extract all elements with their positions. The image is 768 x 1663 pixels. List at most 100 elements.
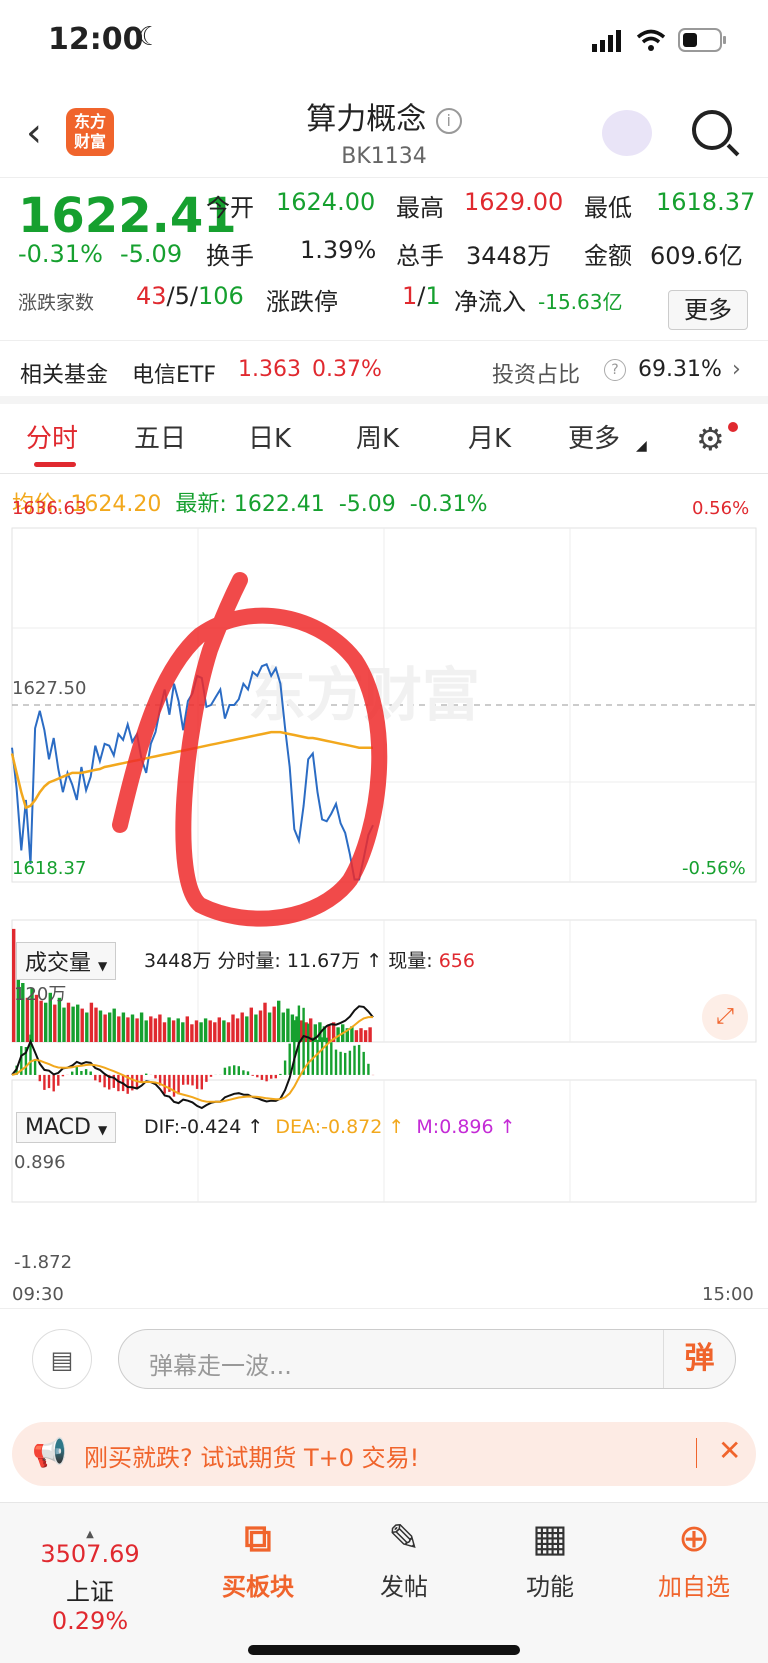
volume-bar [199, 1022, 203, 1042]
tab-underline [34, 462, 76, 467]
macd-bar [94, 1074, 97, 1081]
limit-label: 涨跌停 [266, 288, 338, 316]
macd-bar [191, 1074, 194, 1086]
volume-bar [135, 1018, 139, 1042]
macd-selector[interactable]: MACD ▼ [16, 1112, 117, 1143]
open-label: 今开 [206, 194, 254, 222]
danmu-bar: ▤ 弹幕走一波... 弹 [0, 1308, 768, 1408]
expand-icon[interactable]: ⤢ [702, 994, 748, 1040]
nav-add-watchlist[interactable]: ⊕ 加自选 [634, 1513, 754, 1602]
fund-name[interactable]: 电信ETF [132, 357, 216, 389]
danmu-send-button[interactable]: 弹 [663, 1330, 735, 1388]
close-icon[interactable]: ✕ [718, 1434, 741, 1467]
more-button[interactable]: 更多 [668, 290, 748, 330]
title-text: 算力概念 [306, 102, 427, 137]
promo-banner[interactable]: 📢 刚买就跌? 试试期货 T+0 交易! ✕ [12, 1422, 756, 1486]
intraday-chart[interactable]: 东方财富 [0, 520, 768, 1310]
volume-bar [240, 1012, 244, 1042]
tab-intraday[interactable]: 分时 [26, 418, 78, 455]
tab-weekly-k[interactable]: 周K [356, 418, 399, 455]
volume-bar [213, 1022, 217, 1042]
danmu-input[interactable]: 弹幕走一波... 弹 [118, 1329, 736, 1389]
volume-bar [162, 1022, 167, 1042]
nav-buy-board[interactable]: ⧉ 买板块 [198, 1513, 318, 1602]
turnover-value: 1.39% [300, 236, 377, 264]
related-fund-row[interactable]: 相关基金 电信ETF 1.363 0.37% 投资占比 ? 69.31% › [0, 340, 768, 404]
volume-select-label: 成交量 [25, 951, 92, 976]
caret-icon: ◢ [636, 438, 647, 454]
danmu-placeholder: 弹幕走一波... [149, 1352, 292, 1380]
macd-bar [98, 1074, 102, 1083]
grid-icon: ▦ [532, 1516, 568, 1560]
price-axis-mid: 1627.50 [12, 678, 87, 699]
chevron-right-icon[interactable]: › [732, 357, 741, 382]
assistant-robot-icon[interactable] [602, 110, 652, 156]
index-ticker[interactable]: ▲ 3507.69 上证 0.29% [30, 1529, 150, 1635]
macd-bar [233, 1065, 236, 1075]
price-axis-bottom: 1618.37 [12, 858, 87, 879]
turnover-label: 换手 [206, 242, 254, 270]
page-title: 算力概念 i [0, 94, 768, 138]
help-icon[interactable]: ? [604, 359, 626, 381]
macd-bar [172, 1074, 176, 1097]
macd-bar [57, 1074, 60, 1086]
volume-axis-max: 120万 [14, 984, 67, 1005]
volume-bar [76, 1004, 80, 1042]
info-icon[interactable]: i [435, 107, 462, 134]
volume-bar [139, 1012, 144, 1042]
volume-bar [158, 1014, 162, 1042]
macd-bar [330, 1042, 333, 1075]
volume-bar [176, 1018, 180, 1042]
volume-bar [217, 1017, 221, 1042]
battery-icon [678, 28, 726, 52]
macd-bar [52, 1074, 55, 1092]
chart-tabs: 分时 五日 日K 周K 月K 更多 ◢ ⚙ [0, 404, 768, 474]
dropdown-icon: ▼ [97, 1123, 108, 1137]
nav-functions[interactable]: ▦ 功能 [490, 1513, 610, 1602]
nav-post[interactable]: ✎ 发帖 [344, 1513, 464, 1602]
volume-bar [194, 1020, 199, 1042]
macd-bar [228, 1066, 231, 1075]
fund-price: 1.363 [238, 357, 301, 382]
volume-bar [121, 1012, 126, 1042]
danmu-settings-icon[interactable]: ▤ [32, 1329, 92, 1389]
macd-bar [242, 1070, 245, 1075]
now-label: 现量: [388, 950, 433, 972]
macd-bar [38, 1074, 41, 1082]
promo-text[interactable]: 刚买就跌? 试试期货 T+0 交易! [84, 1438, 419, 1473]
tab-five-day[interactable]: 五日 [134, 418, 186, 455]
ratio-value: 69.31% [638, 357, 722, 382]
volume-bar [144, 1020, 148, 1042]
macd-bar [80, 1071, 83, 1075]
netflow-value: -15.63亿 [538, 290, 623, 314]
tab-monthly-k[interactable]: 月K [468, 418, 511, 455]
macd-bar [182, 1074, 185, 1085]
volume-bar [245, 1016, 249, 1042]
moon-icon: ☾ [138, 22, 162, 52]
gear-icon[interactable]: ⚙ [696, 420, 725, 458]
volume-bar [44, 1002, 48, 1042]
macd-bar [246, 1071, 250, 1075]
add-label: 加自选 [658, 1573, 730, 1601]
search-icon[interactable] [692, 110, 732, 150]
volume-bar [94, 1007, 98, 1042]
edit-icon: ✎ [388, 1516, 420, 1560]
macd-bar [177, 1074, 180, 1095]
macd-bar [84, 1069, 88, 1075]
volume-bar [185, 1016, 189, 1042]
tab-more[interactable]: 更多 [568, 418, 620, 455]
volume-bar [258, 1010, 263, 1042]
dropdown-icon: ▼ [98, 959, 108, 973]
tab-daily-k[interactable]: 日K [248, 418, 291, 455]
macd-bar [316, 1039, 319, 1075]
header: ‹ 东方财富 算力概念 i BK1134 [0, 82, 768, 178]
macd-bar [61, 1074, 65, 1077]
volume-selector[interactable]: 成交量 ▼ [16, 942, 117, 980]
down-count: 106 [198, 282, 244, 310]
high-value: 1629.00 [464, 188, 564, 216]
volume-bar [66, 1002, 71, 1042]
high-label: 最高 [396, 194, 444, 222]
pct-axis-top: 0.56% [692, 498, 750, 519]
limit-down-count: 1 [425, 282, 441, 310]
volume-bar [222, 1020, 226, 1042]
